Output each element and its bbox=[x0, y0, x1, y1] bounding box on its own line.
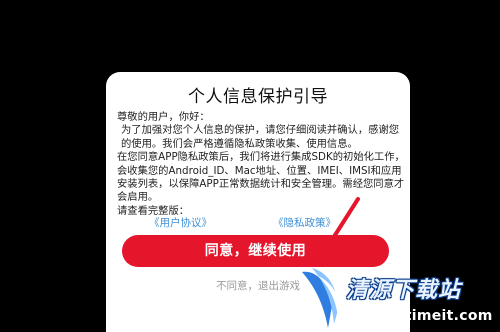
pointer-arrow-icon bbox=[322, 197, 360, 255]
dialog-title: 个人信息保护引导 bbox=[188, 87, 328, 107]
user-agreement-link[interactable]: 《用户协议》 bbox=[149, 215, 212, 230]
protection-paragraph: 为了加强对您个人信息的保护，请您仔细阅读并确认，感谢您的使用。我们会严格遵循隐私… bbox=[121, 124, 400, 150]
greeting-text: 尊敬的用户，你好： bbox=[117, 111, 210, 123]
watermark-title: 清源下载站 bbox=[346, 278, 462, 303]
watermark-url: www.fotimeit.com bbox=[344, 308, 493, 324]
watermark: 清源下载站 www.fotimeit.com bbox=[298, 266, 500, 332]
